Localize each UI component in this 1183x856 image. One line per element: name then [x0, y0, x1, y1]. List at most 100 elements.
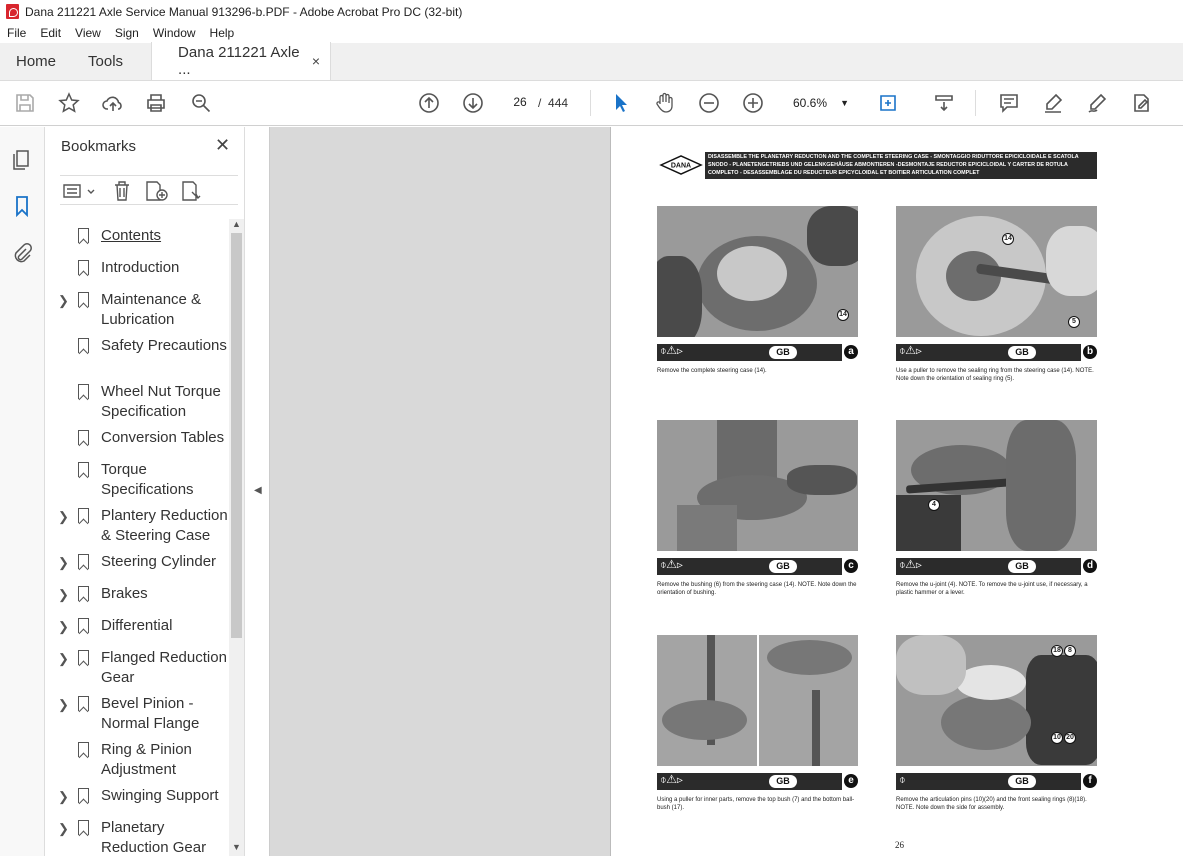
figure-d-photo: 4: [896, 420, 1097, 551]
bookmark-icon: [78, 292, 89, 307]
menu-bar: File Edit View Sign Window Help: [0, 23, 1183, 43]
menu-file[interactable]: File: [7, 26, 26, 40]
bookmark-icon: [78, 260, 89, 275]
bookmark-icon: [78, 462, 89, 477]
edit-pdf-icon[interactable]: [1129, 91, 1153, 115]
comment-icon[interactable]: [997, 91, 1021, 115]
chevron-right-icon[interactable]: ❯: [58, 695, 69, 715]
next-page-icon[interactable]: [461, 91, 485, 115]
scroll-down-icon[interactable]: ▼: [232, 842, 241, 852]
menu-view[interactable]: View: [75, 26, 101, 40]
tab-tools[interactable]: Tools: [72, 42, 151, 80]
select-cursor-icon[interactable]: [609, 91, 633, 115]
save-icon[interactable]: [13, 91, 37, 115]
callout: 10: [1051, 732, 1063, 744]
menu-window[interactable]: Window: [153, 26, 196, 40]
bookmark-label: Torque Specifications: [101, 461, 194, 498]
figure-a-caption: Remove the complete steering case (14).: [657, 368, 767, 374]
section-header: DISASSEMBLE THE PLANETARY REDUCTION AND …: [705, 152, 1097, 179]
gb-badge: GB: [1008, 775, 1036, 788]
tab-bar: Home Tools Dana 211221 Axle ... ×: [0, 42, 1183, 81]
bookmark-label: Flanged Reduction Gear: [101, 649, 227, 686]
delete-bookmark-icon[interactable]: [112, 180, 132, 202]
menu-edit[interactable]: Edit: [40, 26, 61, 40]
bookmark-label: Differential: [101, 617, 173, 634]
page-thumbnails-icon[interactable]: [11, 149, 33, 171]
callout: 18: [1051, 645, 1063, 657]
bookmark-label: Bevel Pinion - Normal Flange: [101, 695, 200, 732]
fit-page-icon[interactable]: [876, 91, 900, 115]
chevron-right-icon[interactable]: ❯: [58, 787, 69, 807]
warning-icons: ⌽⚠⊳: [899, 559, 922, 571]
bookmark-icon: [78, 554, 89, 569]
chevron-right-icon[interactable]: ❯: [58, 553, 69, 573]
page-total: / 444: [538, 96, 568, 110]
figure-b-photo: 14 5: [896, 206, 1097, 337]
warning-icons: ⌽⚠⊳: [660, 774, 683, 786]
figure-letter: f: [1083, 774, 1097, 788]
figure-letter: c: [844, 559, 858, 573]
bookmarks-panel: Bookmarks ✕ Contents Introduction ❯ Mainten…: [45, 127, 245, 856]
zoom-search-icon[interactable]: [189, 91, 213, 115]
chevron-right-icon[interactable]: ❯: [58, 649, 69, 669]
bookmark-panel-icon[interactable]: [11, 195, 33, 218]
menu-help[interactable]: Help: [210, 26, 235, 40]
warning-icons: ⌽⚠⊳: [660, 345, 683, 357]
bookmark-icon: [78, 228, 89, 243]
chevron-right-icon[interactable]: ❯: [58, 291, 69, 311]
tab-document[interactable]: Dana 211221 Axle ... ×: [151, 42, 332, 80]
bookmarks-toolbar: [60, 175, 238, 205]
chevron-right-icon[interactable]: ❯: [58, 585, 69, 605]
gb-badge: GB: [1008, 560, 1036, 573]
gb-badge: GB: [769, 560, 797, 573]
collapse-panel-button[interactable]: ◀: [245, 127, 270, 856]
sign-icon[interactable]: [1085, 91, 1109, 115]
figure-d-caption: Remove the u-joint (4). NOTE. To remove …: [896, 582, 1088, 596]
toolbar-separator: [590, 90, 591, 116]
zoom-out-icon[interactable]: [697, 91, 721, 115]
chevron-right-icon[interactable]: ❯: [58, 507, 69, 527]
figure-e-photo: [657, 635, 858, 766]
callout: 4: [928, 499, 940, 511]
figure-c-strip: ⌽⚠⊳ GB: [657, 558, 842, 575]
bookmark-options-icon[interactable]: [62, 181, 98, 201]
chevron-right-icon[interactable]: ❯: [58, 617, 69, 637]
figure-e-strip: ⌽⚠⊳ GB: [657, 773, 842, 790]
previous-page-icon[interactable]: [417, 91, 441, 115]
hand-tool-icon[interactable]: [653, 91, 677, 115]
new-bookmark-icon[interactable]: [144, 180, 170, 202]
scroll-up-icon[interactable]: ▲: [232, 219, 241, 229]
scrollbar-thumb[interactable]: [231, 233, 242, 638]
zoom-select[interactable]: 60.6% ▼: [787, 92, 855, 114]
zoom-value: 60.6%: [793, 96, 828, 110]
bookmark-label: Swinging Support: [101, 787, 219, 804]
window-title: Dana 211221 Axle Service Manual 913296-b…: [25, 4, 463, 19]
figure-d-strip: ⌽⚠⊳ GB: [896, 558, 1081, 575]
zoom-in-icon[interactable]: [741, 91, 765, 115]
close-icon[interactable]: ✕: [215, 135, 230, 156]
upload-cloud-icon[interactable]: [101, 91, 125, 115]
logo-text: DANA: [671, 163, 691, 170]
page-number-input[interactable]: 26: [505, 90, 535, 114]
bookmarks-scrollbar[interactable]: ▲ ▼: [229, 219, 244, 856]
bookmark-icon: [78, 742, 89, 757]
chevron-right-icon[interactable]: ❯: [58, 819, 69, 839]
attachment-icon[interactable]: [11, 242, 33, 264]
acrobat-icon: [6, 4, 19, 19]
star-icon[interactable]: [57, 91, 81, 115]
bookmark-icon: [78, 788, 89, 803]
close-tab-icon[interactable]: ×: [312, 53, 320, 69]
menu-sign[interactable]: Sign: [115, 26, 139, 40]
bookmarks-title: Bookmarks: [61, 138, 137, 155]
tab-home[interactable]: Home: [0, 42, 72, 80]
bookmark-from-page-icon[interactable]: [180, 180, 204, 202]
callout: 14: [837, 309, 849, 321]
print-icon[interactable]: [144, 91, 168, 115]
gb-badge: GB: [769, 346, 797, 359]
bookmark-label: Safety Precautions: [101, 337, 227, 354]
highlight-pen-icon[interactable]: [1041, 91, 1065, 115]
bookmark-label: Planetary Reduction Gear: [101, 819, 207, 856]
figure-f-caption: Remove the articulation pins (10)(20) an…: [896, 797, 1087, 811]
scroll-mode-icon[interactable]: [932, 91, 956, 115]
bookmark-icon: [78, 650, 89, 665]
